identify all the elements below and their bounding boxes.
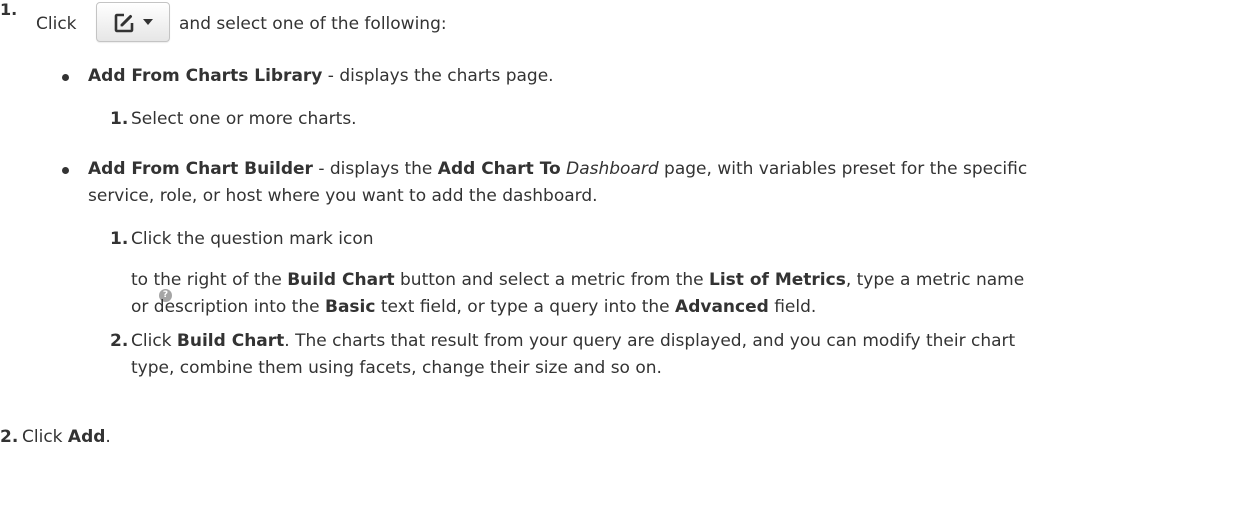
option-title: Add From Chart Builder: [88, 159, 313, 179]
bullet: [62, 74, 69, 81]
edit-icon: [114, 13, 134, 33]
substep-text: Select one or more charts.: [131, 109, 357, 129]
substep-text: Click the question mark icon: [131, 229, 374, 249]
step-intro-post: and select one of the following:: [179, 14, 447, 34]
substep-text-line: to the right of the Build Chart button a…: [131, 270, 1025, 290]
substep-number: 2.: [110, 331, 129, 351]
step-text: Click Add.: [22, 427, 111, 447]
option-chart-builder: Add From Chart Builder - displays the Ad…: [88, 159, 1028, 179]
step-number: 1.: [0, 0, 18, 19]
substep-number: 1.: [110, 229, 129, 249]
step-number: 2.: [0, 427, 19, 447]
bullet: [62, 167, 69, 174]
substep-text-line: or description into the Basic text field…: [131, 297, 817, 317]
chevron-down-icon: [143, 19, 153, 25]
substep-text-line: type, combine them using facets, change …: [131, 358, 662, 378]
substep-text-line: Click Build Chart. The charts that resul…: [131, 331, 1016, 351]
document: 1. Click and select one of the following…: [0, 0, 1253, 514]
option-charts-library: Add From Charts Library - displays the c…: [88, 66, 554, 86]
step-intro-pre: Click: [36, 14, 77, 34]
option-title: Add From Charts Library: [88, 66, 323, 86]
edit-dropdown-button[interactable]: [96, 2, 170, 42]
option-description-line: service, role, or host where you want to…: [88, 186, 598, 206]
substep-number: 1.: [110, 109, 129, 129]
option-description: - displays the charts page.: [322, 66, 554, 86]
